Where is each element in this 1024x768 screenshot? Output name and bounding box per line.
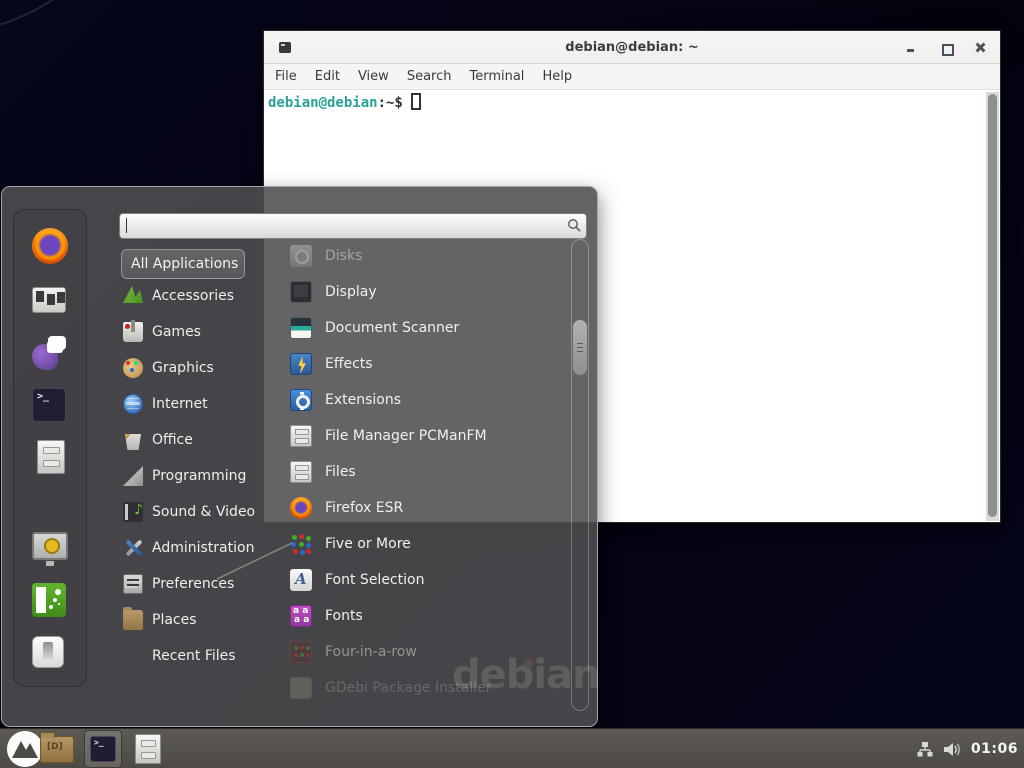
- four-in-a-row-icon: [290, 641, 312, 663]
- favorite-shut-down[interactable]: [32, 633, 70, 671]
- preferences-icon: [123, 574, 143, 594]
- extensions-icon: [290, 389, 312, 411]
- app-item-display[interactable]: Display: [285, 274, 565, 310]
- search-icon: [567, 218, 582, 233]
- file-manager-icon: [290, 425, 312, 447]
- menu-file[interactable]: File: [266, 66, 306, 87]
- graphics-icon: [123, 358, 143, 378]
- pointer-trail: [214, 538, 296, 582]
- all-applications-label: All Applications: [131, 256, 238, 272]
- wallpaper-arc: [0, 0, 148, 35]
- app-item-five-or-more[interactable]: Five or More: [285, 526, 565, 562]
- favorite-log-out[interactable]: [32, 581, 70, 619]
- category-all-applications[interactable]: All Applications: [121, 249, 245, 279]
- app-list-scrollbar[interactable]: [571, 239, 589, 711]
- search-caret: [126, 218, 127, 233]
- prompt-user-host: debian@debian: [268, 95, 378, 111]
- clock[interactable]: 01:06: [971, 741, 1018, 757]
- favorite-pidgin[interactable]: [32, 334, 70, 372]
- terminal-scrollbar-thumb[interactable]: [988, 94, 997, 517]
- file-manager-launcher[interactable]: [40, 736, 74, 763]
- category-office[interactable]: Office: [119, 422, 269, 458]
- office-icon: [123, 430, 143, 450]
- disks-icon: [290, 245, 312, 267]
- menu-button[interactable]: [7, 731, 43, 767]
- terminal-window-icon: [279, 42, 291, 53]
- app-item-extensions[interactable]: Extensions: [285, 382, 565, 418]
- app-item-font-selection[interactable]: Font Selection: [285, 562, 565, 598]
- category-accessories[interactable]: Accessories: [119, 278, 269, 314]
- category-places[interactable]: Places: [119, 602, 269, 638]
- display-icon: [290, 281, 312, 303]
- shut-down-icon: [32, 636, 64, 668]
- app-item-effects[interactable]: Effects: [285, 346, 565, 382]
- terminal-titlebar[interactable]: debian@debian: ~: [264, 31, 1000, 64]
- app-item-four-in-a-row[interactable]: Four-in-a-row: [285, 634, 565, 670]
- favorite-terminal[interactable]: [32, 386, 70, 424]
- terminal-icon: [32, 388, 66, 422]
- files-icon: [290, 461, 312, 483]
- effects-icon: [290, 353, 312, 375]
- favorite-firefox[interactable]: [32, 228, 70, 266]
- menu-view[interactable]: View: [349, 66, 398, 87]
- favorites-panel: [13, 209, 87, 687]
- menu-help[interactable]: Help: [533, 66, 581, 87]
- app-item-disks[interactable]: Disks: [285, 238, 565, 274]
- favorite-lock-screen[interactable]: [32, 528, 70, 566]
- category-internet[interactable]: Internet: [119, 386, 269, 422]
- administration-icon: [123, 538, 143, 558]
- lock-screen-icon: [32, 532, 68, 560]
- accessories-icon: [123, 286, 143, 306]
- mixer-icon: [32, 287, 66, 313]
- favorite-mixer[interactable]: [32, 282, 70, 320]
- maximize-icon[interactable]: [939, 41, 953, 55]
- taskbar: 01:06: [0, 728, 1024, 768]
- firefox-icon: [290, 497, 312, 519]
- category-sound-video[interactable]: Sound & Video: [119, 494, 269, 530]
- favorite-file-manager[interactable]: [32, 438, 70, 476]
- applications-menu: All Applications Accessories Games Graph…: [1, 186, 598, 727]
- app-item-files[interactable]: Files: [285, 454, 565, 490]
- menu-terminal[interactable]: Terminal: [460, 66, 533, 87]
- sound-video-icon: [123, 502, 143, 522]
- category-graphics[interactable]: Graphics: [119, 350, 269, 386]
- minimize-icon[interactable]: [904, 41, 918, 55]
- terminal-scrollbar[interactable]: [986, 92, 999, 521]
- app-item-gdebi[interactable]: GDebi Package Installer: [285, 670, 565, 706]
- terminal-icon: [90, 736, 116, 762]
- app-item-file-manager-pcmanfm[interactable]: File Manager PCManFM: [285, 418, 565, 454]
- app-item-firefox-esr[interactable]: Firefox ESR: [285, 490, 565, 526]
- category-programming[interactable]: Programming: [119, 458, 269, 494]
- places-icon: [123, 610, 143, 630]
- terminal-title: debian@debian: ~: [565, 40, 698, 55]
- terminal-cursor: [411, 93, 421, 110]
- terminal-prompt: debian@debian:~$: [268, 93, 421, 111]
- menu-search[interactable]: Search: [398, 66, 461, 87]
- gdebi-icon: [290, 677, 312, 699]
- internet-icon: [123, 394, 143, 414]
- volume-icon[interactable]: [943, 741, 962, 758]
- app-item-document-scanner[interactable]: Document Scanner: [285, 310, 565, 346]
- network-icon[interactable]: [917, 741, 934, 758]
- fonts-icon: [290, 605, 312, 627]
- files-launcher[interactable]: [135, 734, 161, 764]
- file-manager-icon: [37, 440, 65, 474]
- app-item-fonts[interactable]: Fonts: [285, 598, 565, 634]
- prompt-path: :~$: [378, 95, 403, 111]
- firefox-icon: [32, 228, 68, 264]
- menu-edit[interactable]: Edit: [306, 66, 349, 87]
- document-scanner-icon: [290, 317, 312, 339]
- mountain-logo-icon: [7, 731, 43, 767]
- terminal-menubar: File Edit View Search Terminal Help: [264, 64, 1000, 90]
- category-games[interactable]: Games: [119, 314, 269, 350]
- pidgin-icon: [32, 336, 66, 370]
- programming-icon: [123, 466, 143, 486]
- terminal-task-button[interactable]: [84, 730, 122, 768]
- close-icon[interactable]: [974, 41, 988, 55]
- app-list-scrollbar-thumb[interactable]: [573, 320, 587, 375]
- category-recent-files[interactable]: Recent Files: [119, 638, 269, 674]
- search-input[interactable]: [119, 213, 587, 239]
- log-out-icon: [32, 583, 66, 617]
- games-icon: [123, 322, 143, 342]
